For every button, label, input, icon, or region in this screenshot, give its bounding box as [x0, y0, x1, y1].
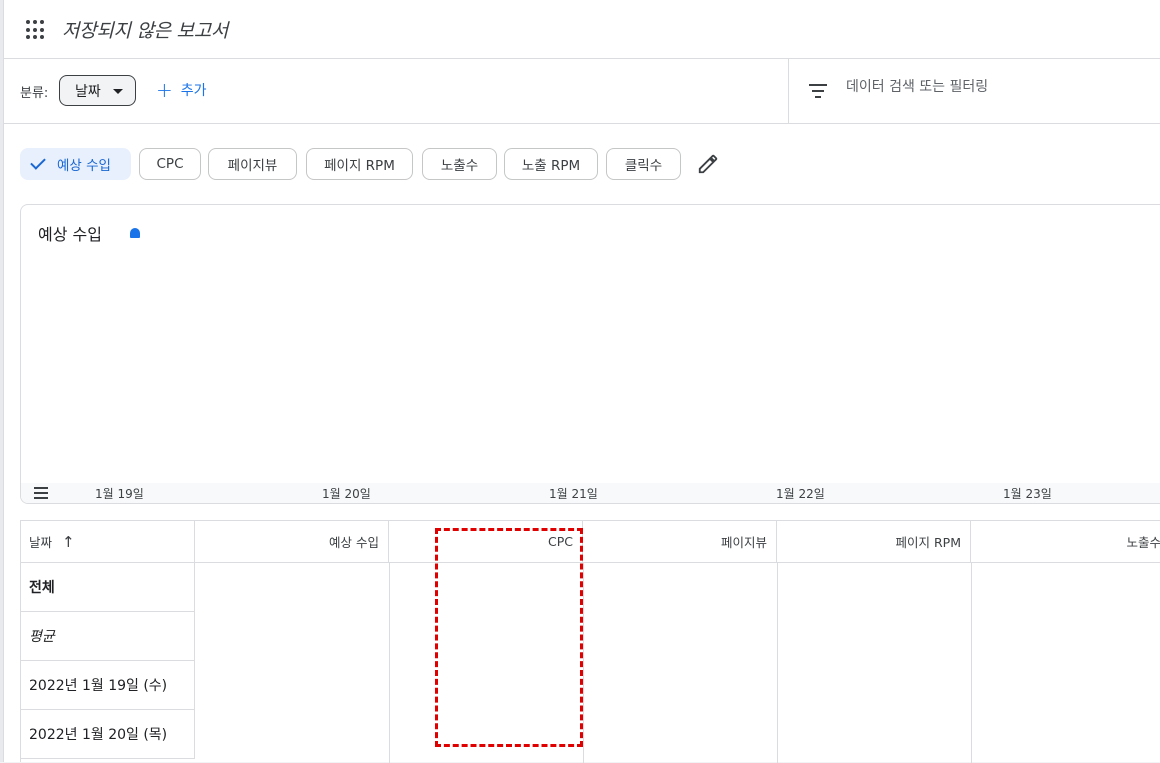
column-header-label: 페이지뷰: [720, 535, 767, 550]
add-dimension-label: 추가: [180, 83, 207, 99]
metric-chip-pageviews[interactable]: 페이지뷰: [208, 148, 297, 180]
filter-icon[interactable]: [809, 84, 827, 98]
column-divider: [971, 563, 972, 763]
column-header-pageviews[interactable]: 페이지뷰: [583, 521, 777, 563]
metric-chip-label: 클릭수: [624, 158, 663, 174]
metric-chip-label: 예상 수입: [57, 158, 111, 174]
dimension-dropdown-label: 날짜: [75, 83, 101, 100]
check-icon: [30, 154, 46, 170]
metric-chip-impressions[interactable]: 노출수: [422, 148, 497, 180]
column-divider: [777, 563, 778, 763]
metric-chip-label: CPC: [156, 156, 184, 172]
column-header-date[interactable]: 날짜 ↑: [21, 521, 195, 563]
metric-chip-estimated-earnings[interactable]: 예상 수입: [20, 148, 131, 180]
x-axis-label: 1월 20일: [322, 487, 371, 501]
filter-area: [788, 59, 1160, 124]
filter-search-input[interactable]: [846, 79, 1146, 95]
metric-chip-label: 페이지 RPM: [324, 158, 395, 174]
metric-chip-label: 페이지뷰: [227, 158, 278, 174]
dimension-dropdown[interactable]: 날짜: [59, 75, 136, 106]
caret-down-icon: [113, 89, 123, 94]
column-header-impressions[interactable]: 노출수: [971, 521, 1160, 563]
table-row-average: 평균: [21, 612, 195, 661]
apps-grid-icon[interactable]: [26, 20, 46, 40]
column-header-page-rpm[interactable]: 페이지 RPM: [777, 521, 971, 563]
chart-card: 예상 수입 1월 19일 1월 20일 1월 21일 1월 22일 1월 23일: [20, 204, 1160, 504]
report-table: 날짜 ↑ 예상 수입 CPC 페이지뷰 페이지 RPM 노출수 전체 평균 20…: [20, 520, 1160, 763]
column-header-label: 페이지 RPM: [895, 535, 961, 550]
metric-chip-impression-rpm[interactable]: 노출 RPM: [504, 148, 598, 180]
column-header-label: 노출수: [1126, 535, 1160, 550]
metric-chip-label: 노출수: [440, 158, 479, 174]
metric-chip-label: 노출 RPM: [521, 158, 581, 174]
add-dimension-button[interactable]: + 추가: [156, 80, 207, 100]
column-header-label: 날짜: [29, 535, 53, 550]
x-axis-label: 1월 22일: [776, 487, 825, 501]
report-app: 저장되지 않은 보고서 분류: 날짜 + 추가 예상 수입 CPC 페이지뷰: [3, 0, 1160, 763]
report-header: 저장되지 않은 보고서: [4, 0, 1160, 59]
breakdown-toolbar: 분류: 날짜 + 추가: [4, 59, 1160, 124]
plus-icon: +: [156, 78, 173, 102]
sort-ascending-icon[interactable]: ↑: [62, 533, 75, 551]
table-row: 2022년 1월 20일 (목): [21, 710, 195, 759]
x-axis-label: 1월 23일: [1003, 487, 1052, 501]
menu-lines-icon[interactable]: [34, 487, 48, 502]
column-header-label: 예상 수입: [329, 535, 379, 550]
x-axis-label: 1월 19일: [95, 487, 144, 501]
metric-chip-clicks[interactable]: 클릭수: [606, 148, 681, 180]
pencil-icon[interactable]: [697, 153, 719, 175]
column-header-cpc[interactable]: CPC: [389, 521, 583, 563]
chart-plot: [21, 205, 1160, 504]
x-axis-label: 1월 21일: [549, 487, 598, 501]
breakdown-label: 분류:: [20, 86, 49, 101]
metric-chip-cpc[interactable]: CPC: [139, 148, 201, 180]
column-divider: [583, 563, 584, 763]
table-row: 2022년 1월 19일 (수): [21, 661, 195, 710]
table-row-total: 전체: [21, 563, 195, 612]
metric-chip-page-rpm[interactable]: 페이지 RPM: [306, 148, 413, 180]
column-header-estimated-earnings[interactable]: 예상 수입: [195, 521, 389, 563]
column-divider: [389, 563, 390, 763]
column-header-label: CPC: [548, 534, 573, 549]
report-title[interactable]: 저장되지 않은 보고서: [62, 16, 228, 43]
